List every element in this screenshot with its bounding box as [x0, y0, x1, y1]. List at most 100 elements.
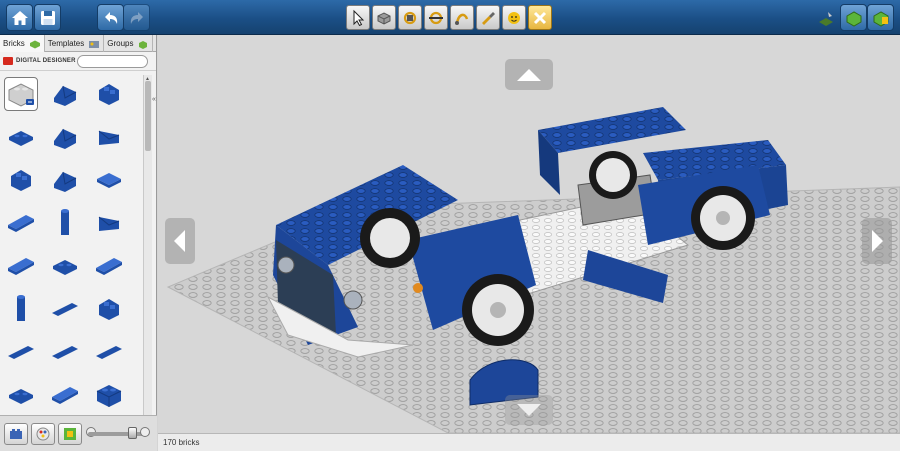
blue-brick-icon	[9, 131, 33, 146]
lego-logo	[3, 57, 13, 65]
blue-brick-icon	[54, 128, 77, 149]
grey-brick-icon	[8, 83, 34, 107]
blue-brick-icon	[96, 258, 122, 275]
decoration-filter-button[interactable]	[58, 423, 82, 445]
brick-palette-item[interactable]	[92, 378, 126, 412]
decorate-tool[interactable]	[502, 5, 526, 30]
save-button[interactable]	[34, 4, 61, 31]
arrow-left-icon	[174, 230, 185, 252]
palette-scrollbar[interactable]: ▲ ▼	[143, 75, 152, 451]
rear-body-top	[538, 107, 686, 153]
brick-palette-item[interactable]	[92, 292, 126, 326]
tab-label: Groups	[107, 39, 134, 48]
brick-count: 170 bricks	[163, 438, 200, 447]
brick-palette-item[interactable]	[92, 249, 126, 283]
brick-palette-item[interactable]	[92, 163, 126, 197]
undo-button[interactable]	[97, 4, 124, 31]
home-button[interactable]	[6, 4, 33, 31]
brick-palette-item[interactable]	[4, 249, 38, 283]
pan-down-button[interactable]	[505, 395, 553, 425]
brand-text: DIGITAL DESIGNER	[16, 58, 76, 64]
status-bar: 170 bricks	[158, 433, 900, 451]
zoom-in-icon[interactable]	[140, 427, 150, 437]
zoom-slider-knob[interactable]	[128, 427, 137, 439]
palette-bottom-toolbar	[0, 415, 157, 451]
flex-tool[interactable]	[450, 5, 474, 30]
paint-tool[interactable]	[476, 5, 500, 30]
blue-brick-icon	[53, 260, 77, 275]
zoom-slider-track[interactable]	[88, 432, 146, 436]
tab-bricks[interactable]: Bricks	[0, 35, 45, 52]
pan-up-button[interactable]	[505, 59, 553, 90]
blue-brick-icon	[52, 346, 78, 359]
tab-groups[interactable]: Groups	[104, 35, 154, 52]
brick-palette-item[interactable]	[48, 335, 82, 369]
build-mode-icon	[818, 11, 833, 26]
collapse-panel-icon[interactable]: «	[152, 96, 156, 103]
clone-tool[interactable]	[372, 5, 396, 30]
brick-palette-item[interactable]	[48, 292, 82, 326]
build-mode-button[interactable]	[812, 4, 839, 31]
view-mode-button[interactable]	[840, 4, 867, 31]
brick-palette-item[interactable]	[92, 120, 126, 154]
scroll-thumb[interactable]	[145, 81, 151, 151]
select-tool[interactable]	[346, 5, 370, 30]
hinge-tool[interactable]	[398, 5, 422, 30]
lego-digital-designer-window: Bricks Templates Groups DIGITAL DESIGNER…	[0, 0, 900, 451]
hinge-align-tool[interactable]	[424, 5, 448, 30]
tab-templates[interactable]: Templates	[45, 35, 105, 52]
brick-palette-item[interactable]	[4, 206, 38, 240]
brick-palette-item[interactable]	[92, 77, 126, 111]
headlight-right	[343, 290, 363, 310]
brick-filter-icon	[10, 429, 22, 439]
blue-brick-icon	[96, 385, 122, 407]
brick-palette-item[interactable]	[48, 206, 82, 240]
brick-palette-item-selected[interactable]	[4, 77, 38, 111]
delete-tool[interactable]	[528, 5, 552, 30]
brick-palette-item[interactable]	[92, 335, 126, 369]
color-filter-button[interactable]	[31, 423, 55, 445]
3d-viewport[interactable]	[158, 35, 900, 433]
redo-button[interactable]	[123, 4, 150, 31]
blue-brick-icon	[54, 85, 77, 106]
brick-palette-item[interactable]	[48, 249, 82, 283]
blue-brick-icon	[99, 299, 119, 320]
template-icon	[89, 40, 100, 48]
brick-icon	[29, 40, 40, 48]
view-mode-icon	[846, 10, 861, 27]
brick-palette-item[interactable]	[4, 378, 38, 412]
brick-palette-item[interactable]	[4, 292, 38, 326]
blue-brick-icon	[9, 389, 33, 404]
hinge-align-icon	[429, 11, 443, 24]
brick-palette-panel: Bricks Templates Groups DIGITAL DESIGNER…	[0, 35, 157, 451]
arrow-right-icon	[872, 230, 883, 252]
filter-bricks-button[interactable]	[4, 423, 28, 445]
scene-canvas[interactable]	[158, 35, 900, 433]
tab-label: Bricks	[3, 39, 25, 48]
save-icon	[40, 10, 55, 25]
select-icon	[353, 9, 365, 26]
decorate-icon	[508, 11, 520, 24]
turn-signal	[413, 283, 423, 293]
tab-label: Templates	[47, 39, 85, 48]
blue-brick-icon	[98, 216, 120, 231]
arrow-down-icon	[517, 404, 541, 416]
brick-palette-item[interactable]	[48, 120, 82, 154]
group-icon	[139, 40, 148, 49]
pan-left-button[interactable]	[165, 218, 195, 264]
blue-brick-icon	[61, 209, 69, 235]
brick-palette-item[interactable]	[48, 77, 82, 111]
building-guide-button[interactable]	[867, 4, 894, 31]
pan-right-button[interactable]	[862, 218, 892, 264]
brick-palette-item[interactable]	[48, 163, 82, 197]
brick-palette-item[interactable]	[92, 206, 126, 240]
brick-palette-item[interactable]	[4, 163, 38, 197]
blue-brick-icon	[8, 346, 34, 359]
brick-palette-item[interactable]	[4, 120, 38, 154]
building-guide-icon	[873, 10, 888, 27]
brick-palette-item[interactable]	[4, 335, 38, 369]
home-icon	[11, 10, 28, 25]
search-input[interactable]	[77, 55, 148, 68]
brick-palette-item[interactable]	[48, 378, 82, 412]
brand-bar: DIGITAL DESIGNER	[0, 52, 156, 71]
